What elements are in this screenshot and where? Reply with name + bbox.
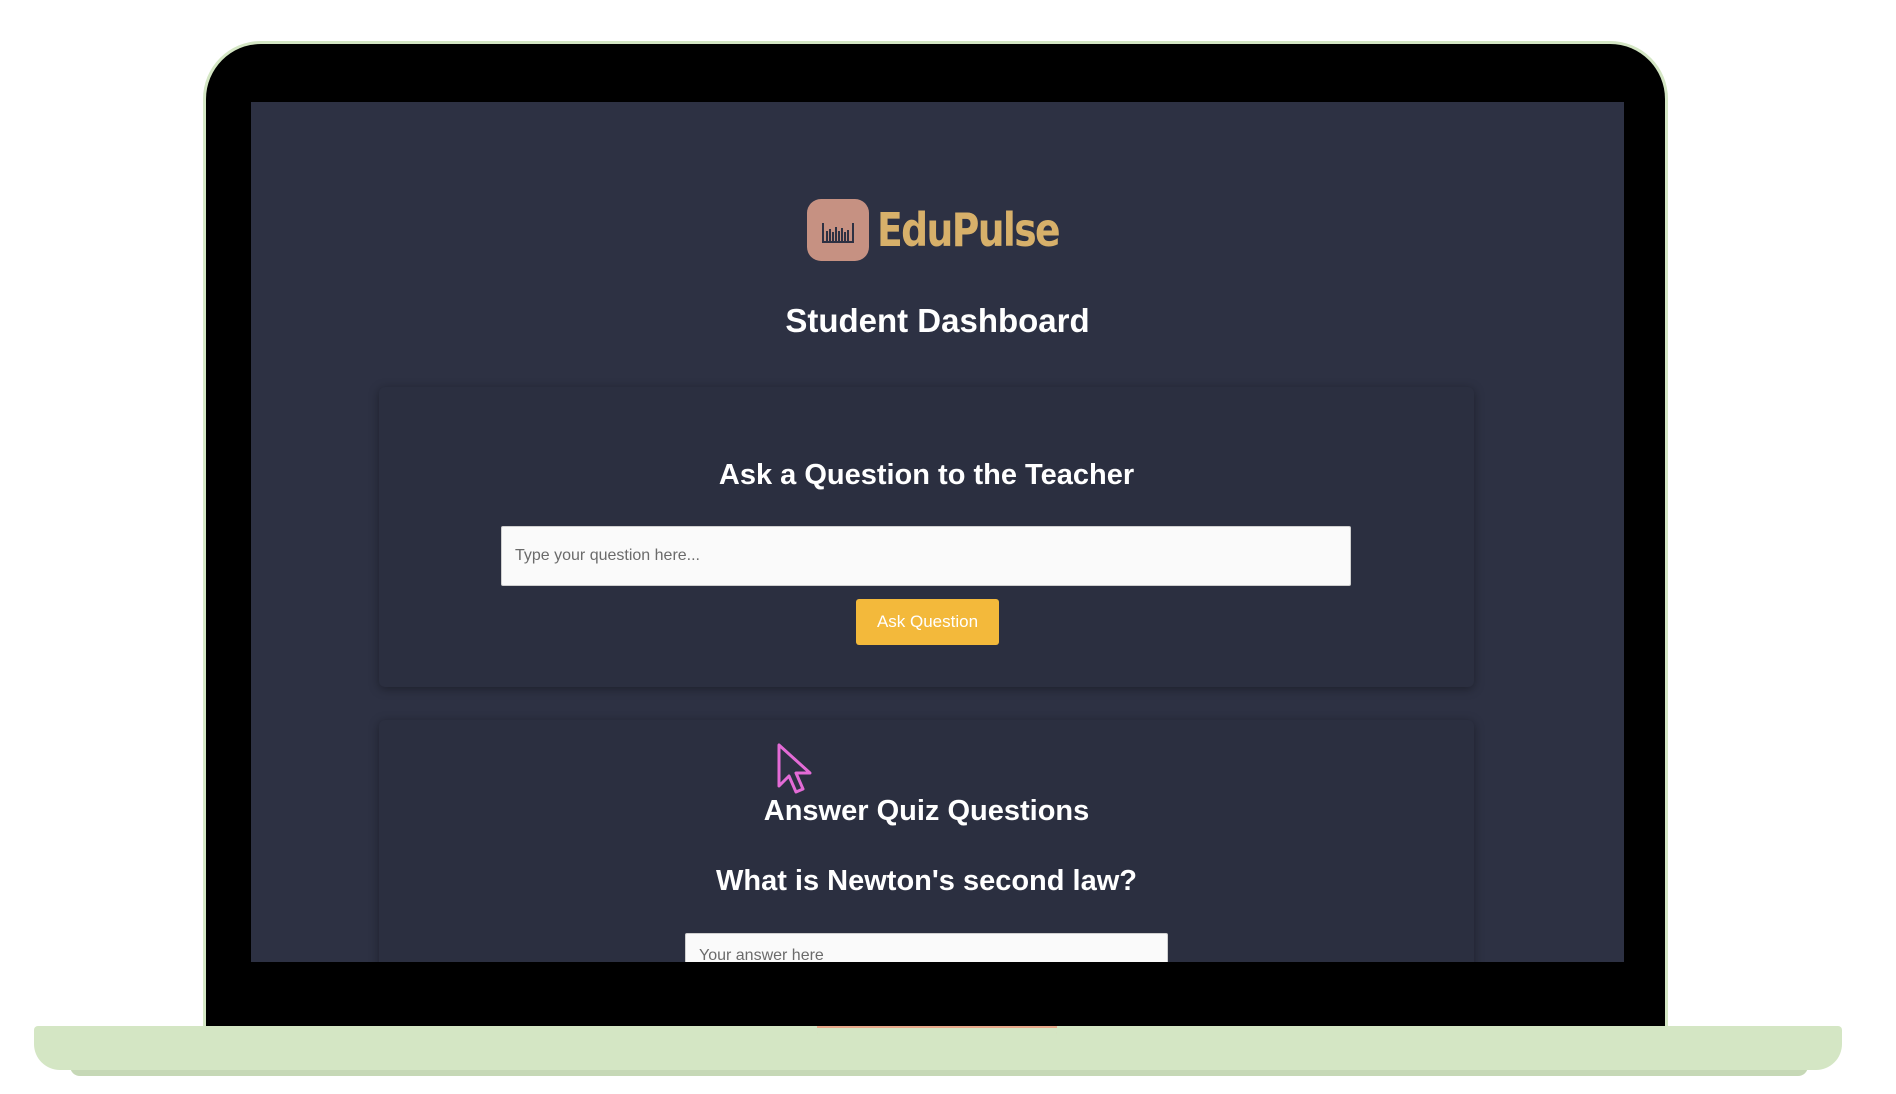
- quiz-heading: Answer Quiz Questions: [763, 795, 1090, 827]
- question-input[interactable]: [501, 526, 1351, 586]
- app-logo[interactable]: EduPulse: [807, 199, 1099, 261]
- laptop-notch: [817, 1026, 1057, 1048]
- ask-question-button[interactable]: Ask Question: [856, 599, 999, 645]
- mouse-pointer-icon: [777, 743, 812, 794]
- laptop-mockup: EduPulse Student Dashboard Ask a Questio…: [0, 0, 1896, 1094]
- quiz-card: Answer Quiz Questions What is Newton's s…: [379, 720, 1474, 962]
- ask-question-heading: Ask a Question to the Teacher: [718, 459, 1135, 491]
- bar-chart-icon: [807, 199, 869, 261]
- ask-question-card: Ask a Question to the Teacher Ask Questi…: [379, 387, 1474, 687]
- logo-text: EduPulse: [877, 203, 1061, 257]
- screen: EduPulse Student Dashboard Ask a Questio…: [251, 102, 1624, 962]
- answer-input[interactable]: [685, 933, 1168, 962]
- quiz-question-text: What is Newton's second law?: [715, 865, 1137, 897]
- page-title: Student Dashboard: [785, 302, 1090, 339]
